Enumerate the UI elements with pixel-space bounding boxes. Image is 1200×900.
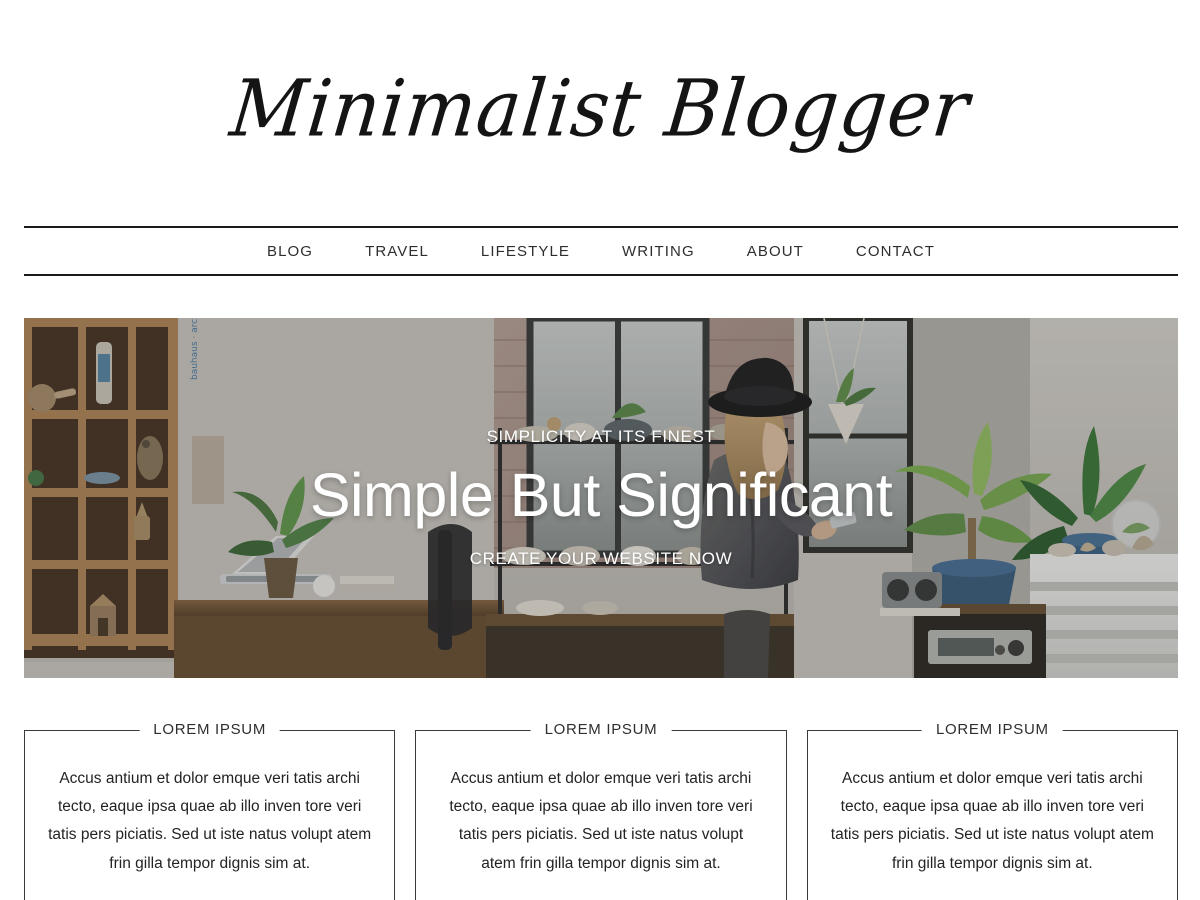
nav-list: BLOG TRAVEL LIFESTYLE WRITING ABOUT CONT… (241, 243, 961, 260)
feature-cards: LOREM IPSUM Accus antium et dolor emque … (24, 721, 1178, 900)
hero-content: SIMPLICITY AT ITS FINEST Simple But Sign… (24, 318, 1178, 678)
feature-card-2: LOREM IPSUM Accus antium et dolor emque … (415, 721, 787, 900)
site-masthead: Minimalist Blogger (0, 0, 1200, 218)
primary-navigation: BLOG TRAVEL LIFESTYLE WRITING ABOUT CONT… (24, 226, 1178, 276)
nav-item-travel[interactable]: TRAVEL (339, 243, 455, 260)
nav-item-blog[interactable]: BLOG (241, 243, 339, 260)
card-body: Accus antium et dolor emque veri tatis a… (48, 770, 372, 872)
nav-item-writing[interactable]: WRITING (596, 243, 721, 260)
card-title: LOREM IPSUM (139, 721, 281, 738)
hero-title: Simple But Significant (309, 460, 893, 529)
site-title[interactable]: Minimalist Blogger (226, 63, 974, 154)
nav-item-about[interactable]: ABOUT (721, 243, 830, 260)
hero-cta-link[interactable]: CREATE YOUR WEBSITE NOW (470, 549, 733, 569)
page-root: Minimalist Blogger BLOG TRAVEL LIFESTYLE… (0, 0, 1200, 900)
hero-banner: bauhaus · archiv SIMPLICITY AT ITS FINES… (24, 318, 1178, 678)
card-body: Accus antium et dolor emque veri tatis a… (830, 770, 1154, 872)
nav-item-contact[interactable]: CONTACT (830, 243, 961, 260)
hero-eyebrow: SIMPLICITY AT ITS FINEST (486, 426, 716, 446)
card-title: LOREM IPSUM (530, 721, 672, 738)
card-body: Accus antium et dolor emque veri tatis a… (449, 770, 753, 872)
card-title: LOREM IPSUM (921, 721, 1063, 738)
feature-card-3: LOREM IPSUM Accus antium et dolor emque … (806, 721, 1178, 900)
nav-item-lifestyle[interactable]: LIFESTYLE (455, 243, 596, 260)
feature-card-1: LOREM IPSUM Accus antium et dolor emque … (24, 721, 396, 900)
